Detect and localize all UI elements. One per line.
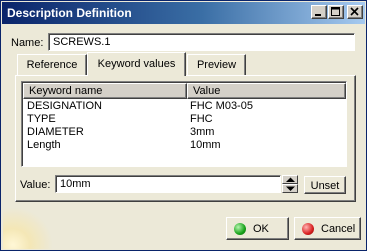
window-title: Description Definition	[7, 6, 132, 20]
name-label: Name:	[11, 37, 44, 49]
tab-preview[interactable]: Preview	[187, 54, 246, 75]
title-bar[interactable]: Description Definition	[2, 2, 365, 24]
cancel-label: Cancel	[321, 223, 356, 235]
decorative-glow	[3, 207, 53, 249]
table-row[interactable]: DESIGNATION FHC M03-05	[23, 100, 346, 113]
spin-up-button[interactable]	[282, 175, 298, 184]
keyword-list[interactable]: Keyword name Value DESIGNATION FHC M03-0…	[21, 81, 347, 167]
value-cell: FHC M03-05	[190, 100, 253, 112]
ok-icon	[234, 223, 246, 235]
minimize-button[interactable]	[311, 5, 327, 19]
maximize-icon	[331, 7, 340, 16]
table-row[interactable]: DIAMETER 3mm	[23, 126, 346, 139]
keyword-cell: Length	[27, 139, 61, 151]
keyword-cell: TYPE	[27, 113, 56, 125]
name-input[interactable]	[48, 33, 355, 51]
close-icon	[350, 7, 359, 16]
arrow-up-icon	[286, 177, 295, 182]
ok-button[interactable]: OK	[226, 217, 289, 240]
cancel-button[interactable]: Cancel	[294, 217, 361, 240]
arrow-down-icon	[286, 186, 295, 191]
ok-label: OK	[253, 223, 269, 235]
value-input[interactable]	[55, 175, 281, 193]
table-row[interactable]: Length 10mm	[23, 139, 346, 152]
tab-reference[interactable]: Reference	[17, 54, 87, 75]
value-cell: 3mm	[190, 126, 215, 138]
spin-down-button[interactable]	[282, 184, 298, 193]
keyword-cell: DIAMETER	[27, 126, 84, 138]
column-header-value[interactable]: Value	[187, 83, 346, 99]
column-header-keyword-name[interactable]: Keyword name	[23, 83, 187, 99]
value-label: Value:	[20, 179, 51, 191]
cancel-icon	[302, 223, 314, 235]
close-button[interactable]	[347, 5, 363, 19]
maximize-button[interactable]	[328, 5, 344, 19]
value-cell: 10mm	[190, 139, 221, 151]
table-row[interactable]: TYPE FHC	[23, 113, 346, 126]
description-definition-dialog: Description Definition Name: Reference K…	[0, 0, 367, 251]
unset-button[interactable]: Unset	[304, 176, 346, 194]
keyword-cell: DESIGNATION	[27, 100, 102, 112]
tab-keyword-values[interactable]: Keyword values	[87, 52, 186, 76]
value-cell: FHC	[190, 113, 213, 125]
minimize-icon	[315, 14, 321, 16]
list-header: Keyword name Value	[23, 83, 346, 99]
